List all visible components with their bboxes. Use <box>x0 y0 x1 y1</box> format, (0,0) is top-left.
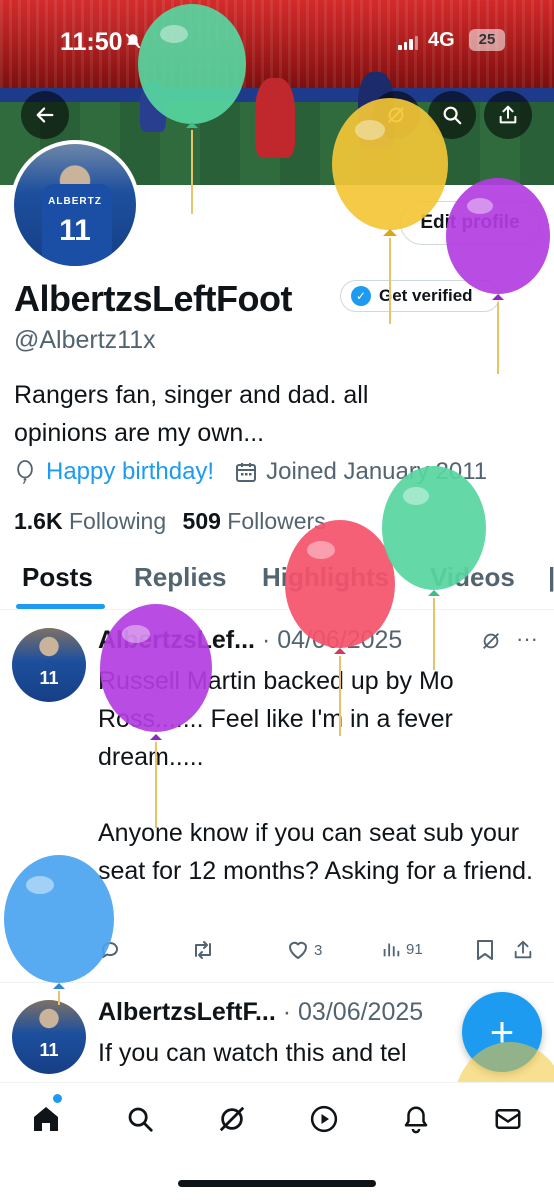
balloon-icon <box>17 460 33 484</box>
bio-line: opinions are my own... <box>14 419 265 447</box>
view-count: 91 <box>406 940 423 958</box>
back-button[interactable] <box>21 91 69 139</box>
share-button[interactable] <box>484 91 532 139</box>
play-icon <box>310 1105 338 1133</box>
calendar-icon <box>236 463 257 482</box>
bell-icon <box>404 1106 428 1134</box>
repost-button[interactable] <box>190 938 216 962</box>
share-post-button[interactable] <box>512 938 534 962</box>
avatar-shirt-number: 11 <box>39 668 59 688</box>
search-icon <box>128 1107 153 1132</box>
post-separator: · <box>261 626 278 654</box>
mail-icon <box>495 1109 521 1129</box>
post-header: AlbertzsLeftF... · 03/06/2025 <box>98 998 423 1027</box>
bookmark-icon <box>477 940 493 960</box>
bio: Rangers fan, singer and dad. all opinion… <box>14 376 534 452</box>
post-avatar[interactable]: 11 <box>12 628 86 702</box>
more-options-icon[interactable]: ··· <box>516 626 538 652</box>
post-author[interactable]: AlbertzsLeftF... <box>98 998 276 1026</box>
display-name: AlbertzsLeftFoot <box>14 278 292 319</box>
arrow-left-icon <box>36 107 54 123</box>
active-tab-indicator <box>16 604 105 609</box>
balloon-yellow-1 <box>332 98 448 324</box>
follow-counts: 1.6K Following 509 Followers <box>14 508 326 535</box>
post-separator: · <box>282 998 299 1026</box>
tab-replies[interactable]: Replies <box>134 562 227 593</box>
balloon-green-1 <box>138 4 246 214</box>
analytics-icon <box>383 943 400 957</box>
post-actions: 3 91 <box>98 938 538 968</box>
status-bar: 11:50 4G 25 <box>0 0 554 70</box>
grok-icon <box>219 1106 245 1132</box>
nav-video[interactable] <box>302 1099 346 1139</box>
balloon-green-2 <box>382 466 486 670</box>
tab-more-partial[interactable]: | <box>548 562 554 593</box>
tab-posts[interactable]: Posts <box>22 562 93 593</box>
player-figure <box>255 78 295 158</box>
views-button[interactable]: 91 <box>380 938 423 960</box>
nav-messages[interactable] <box>486 1099 530 1139</box>
home-icon <box>34 1107 58 1131</box>
repost-icon <box>195 941 211 959</box>
profile-avatar[interactable]: ALBERTZ 11 <box>10 140 140 270</box>
bookmark-button[interactable] <box>474 938 496 962</box>
balloon-purple-1 <box>446 178 550 374</box>
avatar-shirt-number: 11 <box>59 214 91 247</box>
nav-notifications[interactable] <box>394 1099 438 1139</box>
avatar-shirt-number: 11 <box>39 1040 59 1060</box>
following-link[interactable]: 1.6K Following <box>14 508 166 534</box>
nav-home[interactable] <box>24 1099 68 1139</box>
balloon-purple-2 <box>100 604 212 828</box>
unread-dot <box>53 1094 62 1103</box>
share-icon <box>514 940 532 959</box>
post-avatar[interactable]: 11 <box>12 1000 86 1074</box>
bio-line: Rangers fan, singer and dad. all <box>14 381 369 409</box>
like-button[interactable]: 3 <box>286 938 322 962</box>
battery-indicator: 25 <box>469 29 505 51</box>
heart-icon <box>289 941 307 959</box>
clock: 11:50 <box>60 28 123 56</box>
nav-grok[interactable] <box>210 1099 254 1139</box>
following-count: 1.6K <box>14 508 63 534</box>
cellular-signal-icon <box>398 36 418 50</box>
following-label: Following <box>68 508 167 534</box>
network-type: 4G <box>428 29 455 51</box>
followers-count: 509 <box>182 508 221 534</box>
nav-explore[interactable] <box>118 1099 162 1139</box>
balloon-blue-1 <box>4 855 114 1005</box>
home-indicator[interactable] <box>178 1180 376 1187</box>
user-handle: @Albertz11x <box>14 326 156 354</box>
like-count: 3 <box>314 941 323 959</box>
share-icon <box>499 105 517 124</box>
birthday-link[interactable]: Happy birthday! <box>46 458 214 486</box>
avatar-shirt-name: ALBERTZ <box>48 196 102 207</box>
post-date[interactable]: 03/06/2025 <box>298 998 423 1026</box>
